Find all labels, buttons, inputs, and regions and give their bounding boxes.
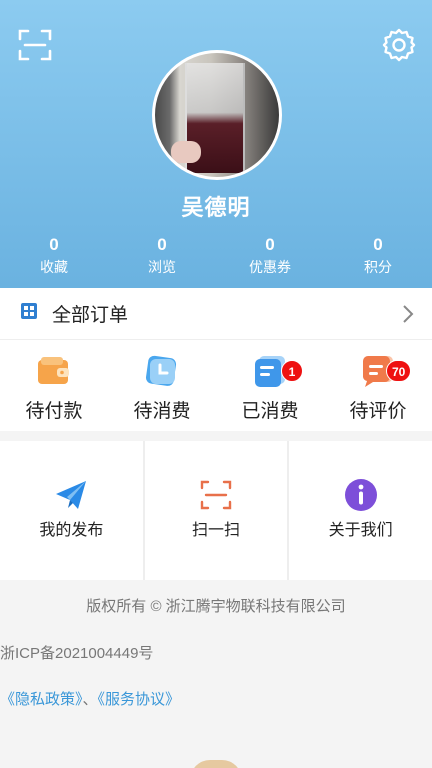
order-pending-review[interactable]: 70 待评价 [324,340,432,431]
scan-icon [198,477,234,513]
order-pending-use[interactable]: 待消费 [108,340,216,431]
order-status-label: 已消费 [241,401,299,422]
tool-label: 扫一扫 [192,522,241,539]
wallet-icon [37,354,71,388]
tools-grid: 我的发布 扫一扫 关于我们 [0,441,432,580]
policy-links: 《隐私政策》、《服务协议》 [0,688,432,709]
footer: 版权所有 © 浙江腾宇物联科技有限公司 [0,580,432,768]
stat-label: 优惠券 [249,259,291,275]
order-badge: 1 [281,360,303,382]
tool-my-posts[interactable]: 我的发布 [0,441,143,580]
info-icon [343,477,379,513]
privacy-policy-link[interactable]: 《隐私政策》 [0,691,83,708]
stat-value: 0 [265,235,275,254]
order-status-label: 待评价 [349,401,407,422]
avatar[interactable] [152,50,282,180]
paper-plane-icon [53,477,89,513]
order-status-label: 待消费 [133,401,191,422]
copyright-text: 版权所有 © 浙江腾宇物联科技有限公司 [86,598,346,615]
order-consumed[interactable]: 1 已消费 [216,340,324,431]
orders-grid-icon [20,302,38,325]
stat-history[interactable]: 0 浏览 [108,234,216,278]
clock-icon [145,354,179,388]
profile-header: 吴德明 0 收藏 0 浏览 0 优惠券 0 积分 [0,0,432,288]
link-separator: 、 [82,691,98,708]
stat-value: 0 [49,235,59,254]
chevron-right-icon [402,304,414,329]
stat-value: 0 [157,235,167,254]
all-orders-title: 全部订单 [52,305,129,326]
stat-value: 0 [373,235,383,254]
order-status-label: 待付款 [25,401,83,422]
stat-coupons[interactable]: 0 优惠券 [216,234,324,278]
tool-label: 我的发布 [39,522,104,539]
tool-label: 关于我们 [328,522,393,539]
order-status-row: 待付款 待消费 1 已消费 70 待评价 [0,340,432,431]
orders-section: 全部订单 待付款 待消费 1 已消费 70 待评价 [0,288,432,431]
service-agreement-link[interactable]: 《服务协议》 [98,691,181,708]
stat-label: 积分 [364,259,392,275]
stat-label: 收藏 [40,259,68,275]
tool-about-us[interactable]: 关于我们 [289,441,432,580]
stat-label: 浏览 [148,259,176,275]
icp-number: 浙ICP备2021004449号 [0,645,154,662]
order-pending-payment[interactable]: 待付款 [0,340,108,431]
stat-favorites[interactable]: 0 收藏 [0,234,108,278]
gear-icon[interactable] [381,27,417,63]
stats-bar: 0 收藏 0 浏览 0 优惠券 0 积分 [0,234,432,278]
scan-icon[interactable] [18,28,52,62]
order-badge: 70 [386,360,412,382]
stat-points[interactable]: 0 积分 [324,234,432,278]
tool-scan[interactable]: 扫一扫 [144,441,288,580]
all-orders-row[interactable]: 全部订单 [0,288,432,340]
username: 吴德明 [181,195,251,220]
